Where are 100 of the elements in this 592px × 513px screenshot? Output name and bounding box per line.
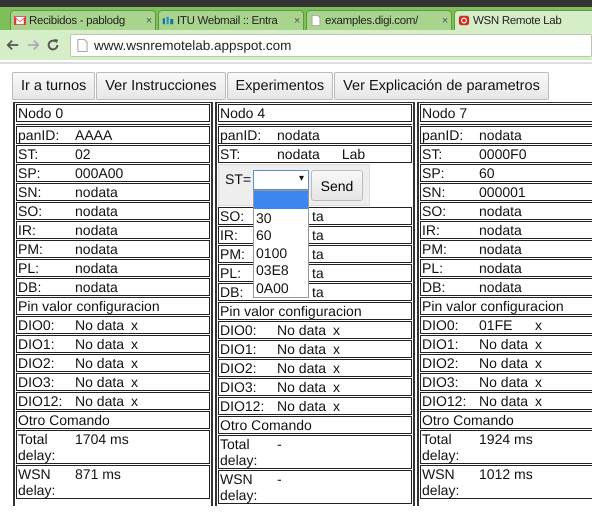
param-value: ta	[312, 208, 325, 224]
pin-label: DIO12:	[220, 398, 266, 414]
overlapped-text: Lab	[342, 146, 366, 162]
nav-button[interactable]: Ir a turnos	[12, 72, 96, 100]
remove-link[interactable]: x	[131, 317, 138, 333]
close-tab-button[interactable]: ×	[442, 14, 448, 26]
param-label: ST:	[18, 146, 40, 162]
dropdown-option[interactable]: 60	[254, 226, 308, 244]
browser-tab[interactable]: WSN Remote Lab	[454, 10, 592, 30]
param-value: nodata	[75, 279, 118, 295]
pin-label: DIO0:	[422, 317, 460, 333]
param-value: ta	[312, 265, 325, 281]
pin-value: No data	[277, 379, 328, 395]
remove-link[interactable]: x	[535, 317, 542, 333]
param-label: SO:	[18, 203, 44, 219]
remove-link[interactable]: x	[333, 398, 340, 414]
mail-icon	[14, 15, 26, 26]
param-label: SN:	[422, 184, 446, 200]
remove-link[interactable]: x	[131, 393, 138, 409]
nav-button[interactable]: Ver Instrucciones	[96, 72, 226, 100]
delay-value: -	[277, 436, 282, 454]
param-label: panID:	[422, 127, 464, 143]
delay-label: Total delay:	[422, 431, 460, 463]
page-icon	[310, 15, 322, 26]
pin-label: DIO3:	[422, 374, 460, 390]
remove-link[interactable]: x	[333, 360, 340, 376]
dropdown-option[interactable]: 03E8	[254, 261, 308, 279]
delay-label: Total delay:	[18, 431, 56, 463]
send-button[interactable]: Send	[311, 170, 363, 201]
param-value: 0000F0	[479, 146, 526, 162]
param-label: SP:	[18, 165, 42, 181]
delay-label: WSN delay:	[220, 471, 258, 503]
param-label: PM:	[422, 241, 448, 257]
pin-value: No data	[75, 336, 126, 352]
value-dropdown[interactable]: ▾	[253, 170, 309, 190]
pin-label: DIO12:	[422, 393, 468, 409]
pin-label: DIO0:	[18, 317, 56, 333]
node-title: Nodo 7	[420, 104, 592, 122]
pin-value: No data	[479, 355, 530, 371]
param-value: nodata	[75, 184, 118, 200]
param-value: nodata	[277, 127, 320, 143]
param-label: panID:	[18, 127, 60, 143]
close-tab-button[interactable]: ×	[294, 14, 300, 26]
browser-tab[interactable]: Recibidos - pablodg ×	[10, 10, 156, 30]
param-value: nodata	[479, 127, 522, 143]
param-value: 60	[479, 165, 495, 181]
param-label: ST:	[422, 146, 444, 162]
param-label: PL:	[220, 265, 242, 281]
remove-link[interactable]: x	[131, 336, 138, 352]
back-icon[interactable]	[6, 38, 20, 52]
param-label: IR:	[422, 222, 441, 238]
delay-value: 1704 ms	[75, 431, 129, 449]
command-label: ST=	[225, 171, 252, 187]
pin-label: DIO1:	[220, 341, 258, 357]
param-value: AAAA	[75, 127, 112, 143]
remove-link[interactable]: x	[131, 355, 138, 371]
pin-value: No data	[277, 322, 328, 338]
section-title: Pin valor configuracion	[420, 297, 592, 315]
pin-label: DIO2:	[220, 360, 258, 376]
delay-value: 1012 ms	[479, 466, 533, 484]
dropdown-option[interactable]: 0100	[254, 244, 308, 262]
close-tab-button[interactable]: ×	[146, 14, 152, 26]
nav-button[interactable]: Experimentos	[226, 72, 334, 100]
param-value: nodata	[75, 222, 118, 238]
param-label: PM:	[18, 241, 44, 257]
remove-link[interactable]: x	[333, 322, 340, 338]
tab-title: examples.digi.com/	[325, 14, 420, 26]
browser-tab[interactable]: ITU Webmail :: Entra ×	[158, 10, 304, 30]
param-value: ta	[312, 284, 325, 300]
remove-link[interactable]: x	[333, 379, 340, 395]
section-title: Otro Comando	[218, 416, 412, 434]
pin-value: No data	[75, 374, 126, 390]
dropdown-option[interactable]: 0A00	[254, 278, 308, 297]
nav-button[interactable]: Ver Explicación de parametros	[334, 72, 549, 100]
address-bar[interactable]: www.wsnremotelab.appspot.com	[70, 34, 592, 56]
reload-icon[interactable]	[46, 38, 60, 52]
param-label: DB:	[18, 279, 42, 295]
pin-value: No data	[75, 317, 126, 333]
param-value: nodata	[479, 241, 522, 257]
remove-link[interactable]: x	[535, 336, 542, 352]
remove-link[interactable]: x	[535, 374, 542, 390]
param-label: PL:	[18, 260, 40, 276]
param-value: nodata	[479, 203, 522, 219]
remove-link[interactable]: x	[333, 341, 340, 357]
param-label: ST:	[220, 146, 242, 162]
param-label: DB:	[220, 284, 244, 300]
param-label: PL:	[422, 260, 444, 276]
param-value: nodata	[479, 279, 522, 295]
param-label: SP:	[422, 165, 446, 181]
param-label: panID:	[220, 127, 262, 143]
dropdown-option[interactable]: 30	[254, 208, 308, 226]
remove-link[interactable]: x	[131, 374, 138, 390]
param-value: nodata	[479, 222, 522, 238]
remove-link[interactable]: x	[535, 355, 542, 371]
param-label: IR:	[18, 222, 37, 238]
pin-label: DIO2:	[18, 355, 56, 371]
remove-link[interactable]: x	[535, 393, 542, 409]
page-icon	[77, 38, 88, 52]
browser-tab[interactable]: examples.digi.com/ ×	[306, 10, 452, 30]
pin-value: No data	[277, 341, 328, 357]
